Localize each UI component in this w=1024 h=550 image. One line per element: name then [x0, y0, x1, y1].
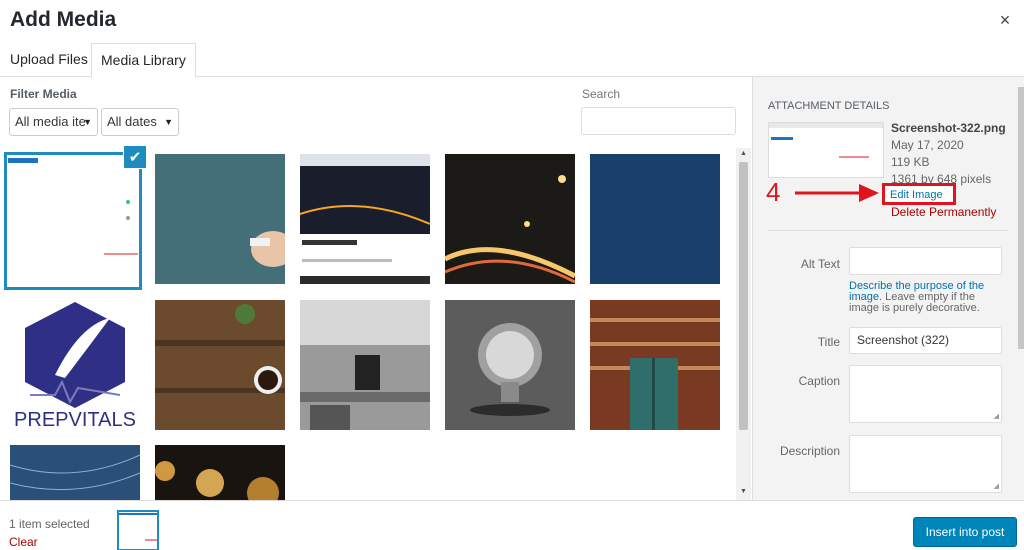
selection-thumbnail-image — [119, 512, 157, 549]
scroll-up-icon[interactable]: ▲ — [736, 148, 751, 160]
description-textarea[interactable]: ◢ — [849, 435, 1002, 493]
blue-texture-thumbnail — [590, 154, 720, 284]
alt-text-help: Describe the purpose of the image. Leave… — [849, 281, 1004, 314]
desk-thumbnail — [155, 300, 285, 430]
office-thumbnail — [300, 300, 430, 430]
attachment-size: 119 KB — [891, 155, 930, 169]
highway-thumbnail — [445, 154, 575, 284]
media-grid: PREPVITALS — [0, 148, 735, 500]
divider — [768, 230, 1008, 231]
modal-title: Add Media — [10, 8, 117, 31]
media-toolbar: 1 item selected Clear Insert into post — [0, 500, 1024, 550]
filter-media-label: Filter Media — [10, 87, 77, 101]
annotation-arrow-icon — [795, 184, 879, 202]
media-item-screenshot[interactable] — [4, 152, 142, 290]
title-label: Title — [817, 335, 840, 349]
caption-label: Caption — [798, 374, 840, 388]
media-item-bulb-lights[interactable] — [155, 445, 285, 500]
media-item-desk[interactable] — [155, 300, 285, 430]
alt-text-label: Alt Text — [800, 257, 840, 271]
media-item-articles[interactable] — [300, 154, 430, 284]
attachment-preview — [768, 122, 884, 178]
description-label: Description — [779, 444, 840, 458]
insert-into-post-button[interactable]: Insert into post — [913, 517, 1017, 547]
prepvitals-logo-text: PREPVITALS — [14, 409, 136, 430]
media-item-star-trails[interactable] — [10, 445, 140, 500]
date-value: All dates — [107, 114, 157, 129]
dropdown-arrow-icon: ▼ — [164, 117, 173, 127]
caption-textarea[interactable]: ◢ — [849, 365, 1002, 423]
attachment-details-panel: Attachment Details Screenshot-322.png Ma… — [752, 77, 1024, 500]
attachment-filename: Screenshot-322.png — [891, 121, 1006, 135]
dropdown-arrow-icon: ▼ — [83, 117, 92, 127]
annotation-step-number: 4 — [766, 177, 781, 207]
bulb-lights-thumbnail — [155, 445, 285, 500]
tab-upload-files[interactable]: Upload Files — [1, 43, 97, 77]
media-item-office[interactable] — [300, 300, 430, 430]
sidebar-scrollbar-thumb[interactable] — [1018, 87, 1024, 349]
close-icon[interactable]: × — [994, 10, 1016, 31]
add-media-modal: Add Media × Upload Files Media Library F… — [0, 0, 1024, 550]
alt-text-input[interactable] — [849, 247, 1002, 275]
scroll-down-icon[interactable]: ▼ — [736, 486, 751, 498]
clear-selection-link[interactable]: Clear — [9, 535, 38, 549]
prepvitals-logo-thumbnail: PREPVITALS — [10, 300, 140, 430]
media-item-lightbulb[interactable] — [445, 300, 575, 430]
selected-checkmark-icon[interactable]: ✔ — [123, 145, 147, 169]
screenshot-thumbnail — [8, 156, 138, 286]
articles-thumbnail — [300, 154, 430, 284]
tab-media-library[interactable]: Media Library — [91, 43, 196, 78]
attachment-date: May 17, 2020 — [891, 138, 964, 152]
bookshelf-thumbnail — [590, 300, 720, 430]
edit-image-link[interactable]: Edit Image — [890, 189, 943, 201]
selection-thumbnail[interactable] — [117, 510, 159, 550]
star-trails-thumbnail — [10, 445, 140, 500]
media-item-highway[interactable] — [445, 154, 575, 284]
sidebar-scrollbar[interactable] — [1018, 77, 1024, 500]
attachment-preview-image — [769, 123, 883, 177]
attachment-details-heading: Attachment Details — [768, 100, 890, 112]
scrollbar-thumb[interactable] — [739, 162, 748, 430]
date-select[interactable]: All dates ▼ — [101, 108, 179, 136]
media-item-bookshelf[interactable] — [590, 300, 720, 430]
chalkboard-thumbnail — [155, 154, 285, 284]
media-item-chalkboard[interactable] — [155, 154, 285, 284]
grid-scrollbar[interactable]: ▲ ▼ — [736, 148, 751, 500]
media-item-prepvitals-logo[interactable]: PREPVITALS — [10, 300, 140, 430]
delete-permanently-link[interactable]: Delete Permanently — [891, 205, 996, 219]
title-input[interactable]: Screenshot (322) — [849, 327, 1002, 354]
resize-handle-icon[interactable]: ◢ — [994, 482, 999, 490]
search-input[interactable] — [581, 107, 736, 135]
media-type-value: All media ite — [15, 114, 86, 129]
selection-count: 1 item selected — [9, 517, 90, 531]
media-item-blue-texture[interactable] — [590, 154, 720, 284]
media-tabs: Upload Files Media Library — [0, 43, 1024, 78]
search-label: Search — [582, 87, 621, 101]
lightbulb-thumbnail — [445, 300, 575, 430]
resize-handle-icon[interactable]: ◢ — [994, 412, 999, 420]
media-type-select[interactable]: All media ite ▼ — [9, 108, 98, 136]
